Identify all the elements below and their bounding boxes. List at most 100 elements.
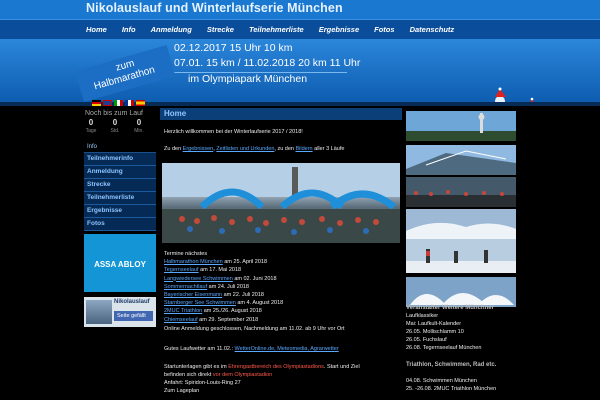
venue: im Olympiapark München [188, 73, 308, 85]
race-row: Tegernseelauf am 17. Mai 2018 [164, 266, 283, 274]
photo-stadium-roof[interactable] [406, 145, 516, 175]
race-name[interactable]: Chiemseelauf [164, 317, 198, 323]
countdown-days: 0 [88, 118, 94, 127]
race-start-photo [162, 163, 400, 243]
footer-line-2-pre: befinden sich direkt [164, 372, 213, 378]
weather-partner-link[interactable]: WetterOnline.de, Meteomedia, Agrarwetter [235, 346, 339, 352]
organizer-item[interactable]: 26.05. Mollischlamm 10 [406, 329, 464, 335]
countdown-hours: 0 [112, 118, 118, 127]
race-date: am 25./26. August 2018 [202, 308, 262, 315]
home-heading-bar: Home [160, 108, 402, 120]
triathlon-item[interactable]: 04.08. Schwimmen München [406, 378, 477, 384]
countdown-minutes: 0 [136, 118, 142, 127]
race-name[interactable]: Bayerischer Eisenmann [164, 292, 222, 298]
welcome-text: Herzlich willkommen bei der Winterlaufse… [164, 129, 303, 135]
organizer-heading: Veranstalter Weitere Münchner [406, 305, 494, 311]
facebook-box: Nikolauslauf Seite gefällt [84, 297, 156, 327]
race-date: am 29. September 2018 [197, 316, 259, 323]
results-links-mid2: , zu den [274, 146, 296, 152]
flag-de-icon[interactable] [92, 100, 101, 106]
race-name[interactable]: Starnberger See Schwimmen [164, 300, 236, 306]
races-header: Termine nächstes [164, 251, 208, 257]
race-name[interactable]: Sommernachtlauf [164, 284, 207, 290]
footer-line-1-pre: Startunterlagen gibt es im [164, 364, 229, 370]
organizer-item[interactable]: 26.08. Tegernseelauf München [406, 345, 481, 351]
times-link[interactable]: Zeitlisten und Urkunden [216, 146, 274, 152]
assa-abloy-ad[interactable]: ASSA ABLOY [84, 234, 156, 292]
sidebar-item-anmeldung[interactable]: Anmeldung [84, 166, 156, 179]
sidebar-item-fotos[interactable]: Fotos [84, 218, 156, 231]
flag-es-icon[interactable] [136, 100, 145, 106]
nav-anmeldung[interactable]: Anmeldung [151, 20, 192, 40]
organizer-item[interactable]: Mai: Laufkult-Kalender [406, 321, 461, 327]
sidebar-header: Info [84, 142, 156, 153]
race-name[interactable]: Langwiedersee Schwimmen [164, 276, 233, 282]
race-row: Halbmarathon München am 25. April 2018 [164, 258, 283, 266]
nav-datenschutz[interactable]: Datenschutz [410, 20, 455, 40]
footer-line-1: Startunterlagen gibt es im Ehrengastbere… [164, 364, 360, 370]
sidebar-item-teilnehmerliste[interactable]: Teilnehmerliste [84, 192, 156, 205]
race-row: Bayerischer Eisenmann am 22. Juli 2018 [164, 291, 283, 299]
race-name[interactable]: 2MUC Triathlon [164, 308, 202, 314]
weather-partner-line: Gutes Laufwetter am 11.02.: WetterOnline… [164, 346, 339, 352]
photo-olympic-tower[interactable] [406, 111, 516, 141]
race-date: am 02. Juni 2018 [232, 275, 277, 282]
flag-uk-icon[interactable] [103, 100, 112, 106]
footer-line-4[interactable]: Zum Lageplan [164, 388, 199, 394]
title-bar: Nikolauslauf und Winterlaufserie München [0, 0, 600, 19]
race-date: am 24. Juli 2018 [207, 283, 249, 290]
language-flags [92, 100, 145, 106]
footer-line-1-highlight: Ehrengastbereich des Olympiastadions [228, 364, 324, 370]
race-row: 2MUC Triathlon am 25./26. August 2018 [164, 307, 283, 315]
nav-fotos[interactable]: Fotos [374, 20, 394, 40]
nav-info[interactable]: Info [122, 20, 136, 40]
site-title[interactable]: Nikolauslauf und Winterlaufserie München [86, 1, 343, 15]
nav-ergebnisse[interactable]: Ergebnisse [319, 20, 359, 40]
organizer-item[interactable]: 26.05. Fuchslauf [406, 337, 447, 343]
nav-strecke[interactable]: Strecke [207, 20, 234, 40]
race-name[interactable]: Tegernseelauf [164, 267, 199, 273]
footer-line-2: befinden sich direkt vor dem Olympiastad… [164, 372, 272, 378]
sidebar: Info Teilnehmerinfo Anmeldung Strecke Te… [84, 142, 156, 231]
results-links: Zu den Ergebnissen, Zeitlisten und Urkun… [164, 146, 344, 152]
sidebar-item-teilnehmerinfo[interactable]: Teilnehmerinfo [84, 153, 156, 166]
sidebar-item-strecke[interactable]: Strecke [84, 179, 156, 192]
dates-line-2: 07.01. 15 km / 11.02.2018 20 km 11 Uhr [174, 57, 361, 69]
footer-line-2-highlight: vor dem Olympiastadion [212, 372, 273, 378]
nav-home[interactable]: Home [86, 20, 107, 40]
countdown-label: Noch bis zum Lauf [85, 110, 143, 117]
race-name[interactable]: Halbmarathon München [164, 259, 223, 265]
online-registration-note: Online Anmeldung geschlossen, Nachmeldun… [164, 326, 345, 332]
runners-illustration [495, 87, 534, 102]
footer-line-3: Anfahrt: Spiridon-Louis-Ring 27 [164, 380, 241, 386]
race-date: am 22. Juli 2018 [222, 291, 264, 298]
photo-runners-crowd[interactable] [406, 177, 516, 207]
results-link[interactable]: Ergebnissen [183, 146, 214, 152]
countdown-unit-days: Tage [85, 128, 97, 134]
triathlon-item[interactable]: 25. -26.08. 2MUC Triathlon München [406, 386, 496, 392]
facebook-page-image[interactable] [86, 300, 112, 324]
organizer-subheading: Laufklassiker [406, 313, 439, 319]
weather-partner-pre: Gutes Laufwetter am 11.02.: [164, 346, 235, 352]
photos-link[interactable]: Bildern [296, 146, 313, 152]
nav-items: Home Info Anmeldung Strecke Teilnehmerli… [86, 20, 469, 40]
facebook-like-button[interactable]: Seite gefällt [114, 311, 153, 321]
facebook-page-name[interactable]: Nikolauslauf [114, 299, 150, 305]
race-row: Chiemseelauf am 29. September 2018 [164, 316, 283, 324]
photo-snow-tents[interactable] [406, 277, 516, 307]
countdown-digits: 0 0 0 [84, 118, 146, 127]
flag-it-icon[interactable] [114, 100, 123, 106]
photo-snow-hills[interactable] [406, 209, 516, 239]
race-start-illustration [162, 163, 400, 243]
countdown-units: Tage Std. Min. [84, 128, 146, 134]
main-content: Home Herzlich willkommen bei der Winterl… [160, 106, 402, 400]
sidebar-item-ergebnisse[interactable]: Ergebnisse [84, 205, 156, 218]
race-row: Starnberger See Schwimmen am 4. August 2… [164, 299, 283, 307]
race-date: am 25. April 2018 [222, 259, 268, 266]
nav-teilnehmerliste[interactable]: Teilnehmerliste [249, 20, 304, 40]
photo-snow-runners[interactable] [406, 239, 516, 273]
footer-line-1-post: . Start und Ziel [323, 364, 360, 370]
flag-fr-icon[interactable] [125, 100, 134, 106]
assa-abloy-logo: ASSA ABLOY [94, 260, 146, 269]
race-row: Langwiedersee Schwimmen am 02. Juni 2018 [164, 275, 283, 283]
